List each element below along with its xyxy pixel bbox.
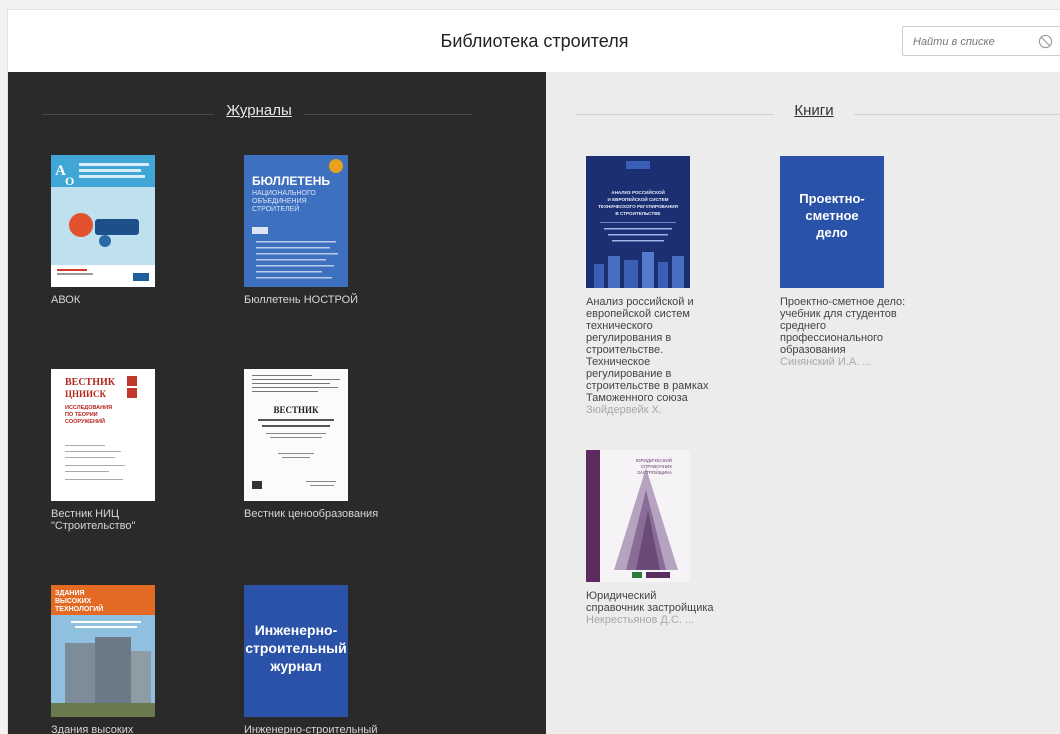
book-title[interactable]: Проектно-сметное дело: учебник для студе…: [780, 296, 910, 368]
book-cover-psd[interactable]: Проектно- сметное дело: [780, 156, 884, 288]
books-title[interactable]: Книги: [774, 102, 854, 119]
psd-cover-2: сметное: [805, 208, 858, 223]
analysis-cover-3: ТЕХНИЧЕСКОГО РЕГУЛИРОВАНИЯ: [598, 204, 678, 209]
book-author: Зюйдервейк Х.: [586, 404, 662, 416]
zvt-cover-3: ТЕХНОЛОГИЙ: [55, 604, 103, 613]
vestnik-nic-cover-4: ПО ТЕОРИИ: [65, 412, 98, 418]
book-title-text[interactable]: Проектно-сметное дело: учебник для студе…: [780, 296, 905, 356]
vestnik-nic-cover-2: ЦНИИСК: [65, 389, 107, 399]
isj-cover-1: Инженерно-: [255, 622, 338, 638]
analysis-cover-4: В СТРОИТЕЛЬСТВЕ: [615, 211, 660, 216]
zvt-cover-1: ЗДАНИЯ: [55, 590, 85, 597]
journal-title[interactable]: АВОК: [51, 294, 155, 306]
psd-cover-1: Проектно-: [799, 191, 864, 206]
book-author: Синянский И.А. ...: [780, 356, 872, 368]
journal-cover-isj[interactable]: Инженерно- строительный журнал: [244, 585, 348, 717]
search-box[interactable]: [902, 26, 1060, 56]
book-cover-analysis[interactable]: АНАЛИЗ РОССИЙСКОЙ И ЕВРОПЕЙСКОЙ СИСТЕМ Т…: [586, 156, 690, 288]
svg-text:О: О: [65, 174, 74, 188]
book-title[interactable]: Анализ российской и европейской систем т…: [586, 296, 711, 416]
vestnik-nic-cover-5: СООРУЖЕНИЙ: [65, 417, 105, 425]
legal-cover-1: ЮРИДИЧЕСКИЙ: [636, 456, 672, 463]
journals-rule-right: [304, 114, 472, 115]
nostroy-cover-sub2: ОБЪЕДИНЕНИЯ: [252, 198, 307, 205]
zvt-cover-2: ВЫСОКИХ: [55, 598, 92, 605]
vestnik-nic-cover-3: ИССЛЕДОВАНИЯ: [65, 405, 112, 411]
journal-cover-avok[interactable]: А О: [51, 155, 155, 287]
journal-cover-vestnik-nic[interactable]: ВЕСТНИК ЦНИИСК ИССЛЕДОВАНИЯ ПО ТЕОРИИ СО…: [51, 369, 155, 501]
legal-cover-2: СПРАВОЧНИК: [641, 464, 673, 469]
book-cover-legal[interactable]: ЮРИДИЧЕСКИЙ СПРАВОЧНИК ЗАСТРОЙЩИКА: [586, 450, 690, 582]
legal-cover-3: ЗАСТРОЙЩИКА: [637, 468, 673, 475]
app-frame: Библиотека строителя Журналы А О: [7, 9, 1060, 734]
book-author: Некрестьянов Д.С. ...: [586, 614, 695, 626]
analysis-cover-2: И ЕВРОПЕЙСКОЙ СИСТЕМ: [608, 195, 669, 202]
book-title-text[interactable]: Анализ российской и европейской систем т…: [586, 296, 709, 404]
header: Библиотека строителя: [8, 10, 1060, 72]
nostroy-cover-title: БЮЛЛЕТЕНЬ: [252, 174, 330, 188]
search-input[interactable]: [911, 32, 1033, 52]
journal-cover-zvt[interactable]: ЗДАНИЯ ВЫСОКИХ ТЕХНОЛОГИЙ: [51, 585, 155, 717]
books-rule-right: [854, 114, 1060, 115]
journals-title[interactable]: Журналы: [214, 102, 304, 119]
books-header: Книги: [576, 102, 1060, 126]
nostroy-cover-sub3: СТРОИТЕЛЕЙ: [252, 204, 299, 213]
journal-title[interactable]: Вестник ценообразования: [244, 508, 394, 520]
journal-cover-nostroy[interactable]: БЮЛЛЕТЕНЬ НАЦИОНАЛЬНОГО ОБЪЕДИНЕНИЯ СТРО…: [244, 155, 348, 287]
isj-cover-2: строительный: [245, 640, 347, 656]
journals-section: Журналы А О АВОК БЮЛЛЕТЕНЬ НАЦИОНАЛЬНОГО…: [8, 72, 546, 734]
journals-rule-left: [42, 114, 214, 115]
books-rule-left: [576, 114, 774, 115]
books-section: Книги АНАЛИЗ РОССИЙСКОЙ И ЕВРОПЕЙСКОЙ СИ…: [546, 72, 1060, 734]
journal-cover-vestnik-price[interactable]: ВЕСТНИК: [244, 369, 348, 501]
vestnik-price-cover: ВЕСТНИК: [273, 405, 319, 415]
isj-cover-3: журнал: [269, 658, 321, 674]
book-title[interactable]: Юридический справочник застройщика Некре…: [586, 590, 716, 626]
analysis-cover-1: АНАЛИЗ РОССИЙСКОЙ: [611, 188, 665, 195]
journals-header: Журналы: [42, 102, 472, 126]
nostroy-cover-sub1: НАЦИОНАЛЬНОГО: [252, 190, 316, 197]
journal-title[interactable]: Вестник НИЦ "Строительство": [51, 508, 155, 532]
book-title-text[interactable]: Юридический справочник застройщика: [586, 590, 714, 614]
journal-title[interactable]: Бюллетень НОСТРОЙ: [244, 294, 384, 306]
vestnik-nic-cover-1: ВЕСТНИК: [65, 377, 116, 388]
psd-cover-3: дело: [816, 225, 848, 240]
clear-icon[interactable]: [1038, 34, 1053, 49]
